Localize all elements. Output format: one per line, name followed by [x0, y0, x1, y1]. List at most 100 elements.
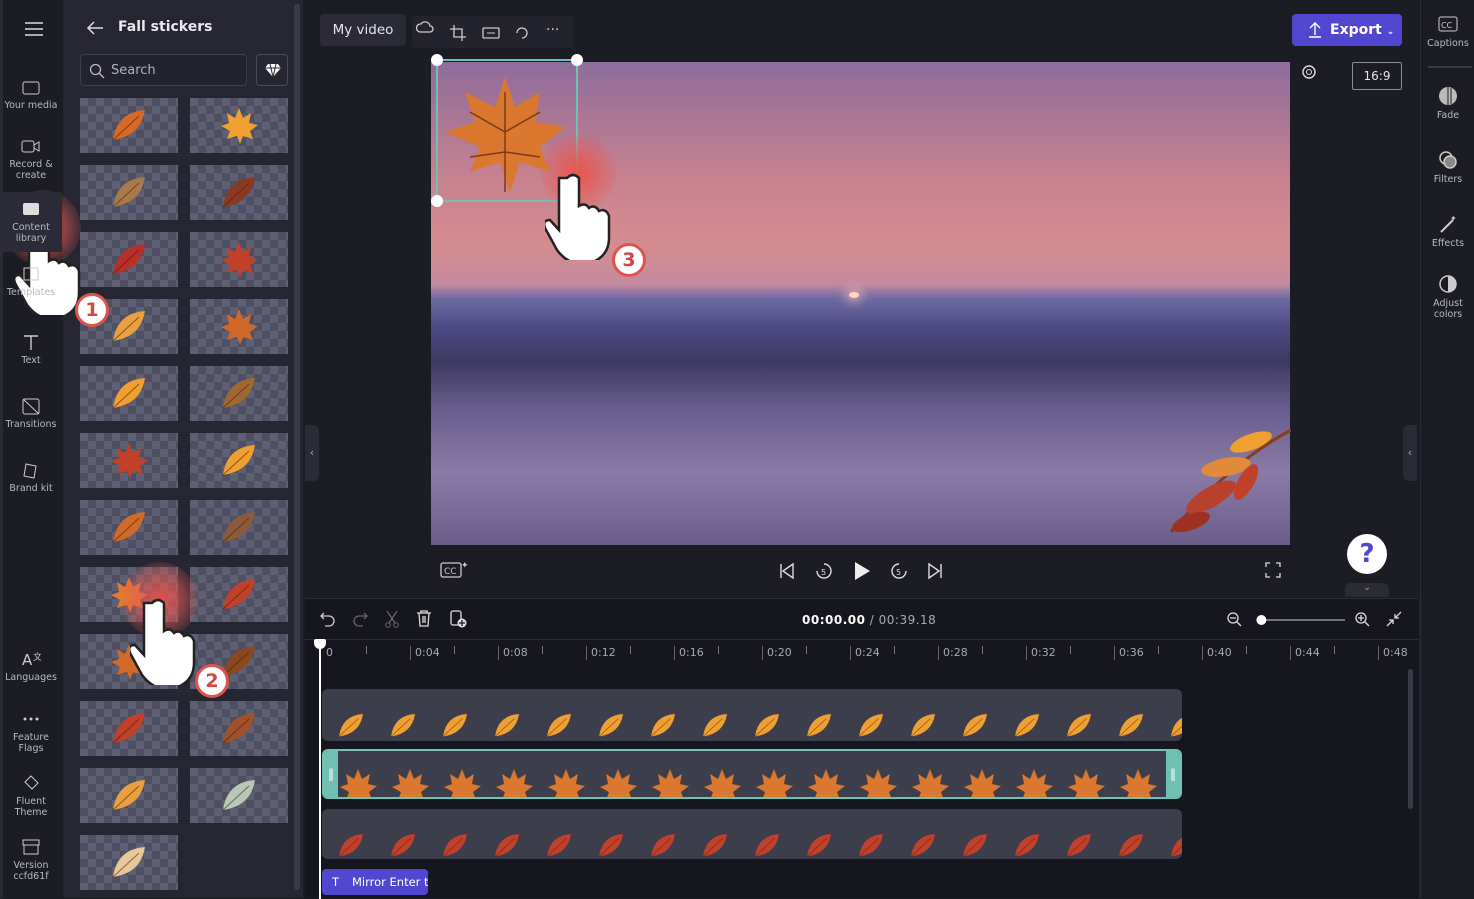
- zoom-slider[interactable]: [1225, 611, 1405, 629]
- rail-item-content-library[interactable]: Content library: [0, 192, 62, 252]
- sticker-item[interactable]: [80, 433, 178, 488]
- rail-item-brand-kit[interactable]: Brand kit: [0, 461, 62, 494]
- fullscreen-icon[interactable]: [1265, 562, 1281, 578]
- sticker-panel: Fall stickers Search: [63, 0, 303, 898]
- ruler-minor-tick: [806, 646, 807, 654]
- play-icon[interactable]: [852, 561, 872, 581]
- premium-filter-button[interactable]: [256, 54, 288, 86]
- maple-leaf-sticker[interactable]: [440, 72, 570, 197]
- step-number-badge: 3: [612, 243, 646, 277]
- expand-timeline-button[interactable]: ⌄: [1345, 583, 1389, 597]
- rail-item-filters[interactable]: Filters: [1421, 150, 1474, 185]
- text-clip[interactable]: T Mirror Enter t: [322, 869, 428, 895]
- back-arrow-icon[interactable]: [85, 20, 105, 36]
- left-rail: [0, 0, 62, 898]
- skip-back-icon[interactable]: [778, 562, 796, 580]
- sticker-item[interactable]: [80, 701, 178, 756]
- rail-item-label: Your media: [4, 100, 58, 111]
- resize-handle[interactable]: [571, 54, 583, 66]
- collapse-right-panel-button[interactable]: ‹: [1403, 425, 1417, 481]
- fade-icon: [1439, 87, 1457, 105]
- ruler-tick: 0:28: [938, 646, 968, 660]
- sticker-item[interactable]: [190, 500, 288, 555]
- rail-item-your-media[interactable]: Your media: [0, 78, 62, 111]
- rail-item-version-ccfd61f[interactable]: Version ccfd61f: [0, 838, 62, 882]
- svg-text:✦: ✦: [1450, 214, 1457, 223]
- rail-item-transitions[interactable]: Transitions: [0, 397, 62, 430]
- rail-item-text[interactable]: Text: [0, 333, 62, 366]
- sticker-item[interactable]: [190, 98, 288, 153]
- sticker-track-3[interactable]: [322, 809, 1182, 859]
- rotate-icon[interactable]: [514, 25, 530, 41]
- fit-timeline-icon[interactable]: [1386, 611, 1402, 627]
- rail-item-label: Adjust colors: [1433, 298, 1463, 320]
- export-label: Export: [1330, 22, 1382, 38]
- sun: [849, 292, 859, 298]
- sticker-item[interactable]: [190, 165, 288, 220]
- cloud-sync-icon[interactable]: [416, 20, 434, 38]
- trim-handle[interactable]: ‖: [1166, 751, 1180, 797]
- collapse-left-panel-button[interactable]: ‹: [305, 425, 319, 481]
- more-icon[interactable]: ···: [546, 22, 559, 38]
- search-input[interactable]: Search: [80, 54, 247, 86]
- skip-forward-icon[interactable]: [926, 562, 944, 580]
- rail-item-templates[interactable]: Templates: [0, 265, 62, 298]
- aspect-ratio-button[interactable]: 16:9: [1352, 62, 1402, 90]
- svg-text:CC: CC: [444, 567, 457, 577]
- chevron-down-icon: ⌄: [1386, 27, 1395, 37]
- trim-handle[interactable]: ‖: [324, 751, 338, 797]
- rail-item-feature-flags[interactable]: Feature Flags: [0, 710, 62, 754]
- sticker-item[interactable]: [190, 232, 288, 287]
- export-button[interactable]: Export ⌄: [1292, 14, 1402, 46]
- rail-item-record-create[interactable]: Record & create: [0, 137, 62, 181]
- forward-5-icon[interactable]: 5: [889, 561, 909, 581]
- project-name[interactable]: My video: [320, 14, 406, 46]
- sticker-item[interactable]: [190, 768, 288, 823]
- rail-item-adjust-colors[interactable]: Adjust colors: [1421, 274, 1474, 320]
- playhead[interactable]: [314, 639, 326, 899]
- sticker-item[interactable]: [80, 366, 178, 421]
- rail-item-captions[interactable]: CC Captions: [1421, 14, 1474, 49]
- sticker-item[interactable]: [80, 232, 178, 287]
- redo-icon[interactable]: [352, 611, 368, 627]
- rail-item-languages[interactable]: A 文 Languages: [0, 650, 62, 683]
- ruler-minor-tick: [454, 646, 455, 654]
- rail-item-effects[interactable]: ✦ Effects: [1421, 214, 1474, 249]
- rail-item-label: Content library: [12, 222, 50, 244]
- svg-text:5: 5: [821, 568, 826, 577]
- timeline-scrollbar[interactable]: [1408, 669, 1413, 809]
- add-media-icon[interactable]: [449, 610, 467, 628]
- sticker-track-1[interactable]: [322, 689, 1182, 741]
- rail-item-label: Feature Flags: [13, 732, 49, 754]
- sticker-item[interactable]: [190, 567, 288, 622]
- sticker-item[interactable]: [190, 701, 288, 756]
- fit-icon[interactable]: [482, 26, 500, 40]
- rail-item-label: Version ccfd61f: [13, 860, 49, 882]
- sticker-item[interactable]: [190, 299, 288, 354]
- sticker-item[interactable]: [80, 768, 178, 823]
- ruler-minor-tick: [1246, 646, 1247, 654]
- sticker-item[interactable]: [80, 835, 178, 890]
- help-button[interactable]: ?: [1347, 534, 1387, 574]
- undo-icon[interactable]: [320, 611, 336, 627]
- captions-toggle[interactable]: CC ✦: [440, 560, 469, 584]
- settings-icon[interactable]: [1300, 63, 1318, 81]
- sticker-item[interactable]: [80, 165, 178, 220]
- sticker-item[interactable]: [80, 98, 178, 153]
- crop-icon[interactable]: [450, 25, 466, 41]
- rail-item-fluent-theme[interactable]: Fluent Theme: [0, 774, 62, 818]
- rewind-5-icon[interactable]: 5: [814, 561, 834, 581]
- panel-scrollbar[interactable]: [294, 4, 300, 890]
- sticker-item[interactable]: [190, 433, 288, 488]
- resize-handle[interactable]: [431, 54, 443, 66]
- leaves-sticker-corner[interactable]: [1151, 422, 1291, 542]
- delete-icon[interactable]: [416, 610, 432, 628]
- rail-item-fade[interactable]: Fade: [1421, 86, 1474, 121]
- sticker-item[interactable]: [190, 366, 288, 421]
- ruler-minor-tick: [542, 646, 543, 654]
- sticker-track-2-selected[interactable]: ‖ ‖: [322, 749, 1182, 799]
- ruler-tick: 0:20: [762, 646, 792, 660]
- sticker-item[interactable]: [80, 500, 178, 555]
- menu-button[interactable]: [3, 20, 65, 41]
- scissors-icon[interactable]: [384, 610, 400, 628]
